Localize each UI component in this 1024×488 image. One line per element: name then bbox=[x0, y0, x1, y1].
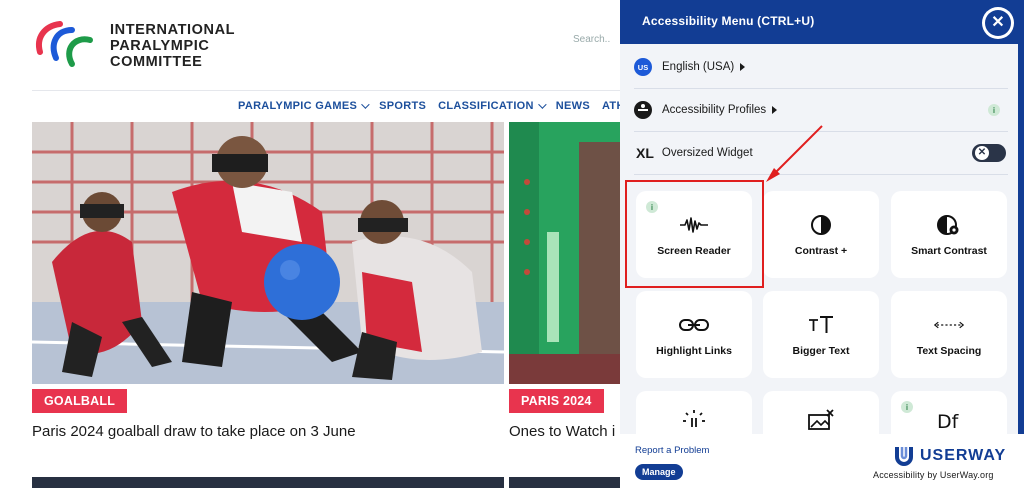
brand-tagline: Accessibility by UserWay.org bbox=[873, 470, 994, 480]
oversized-widget-toggle[interactable]: ✕ bbox=[972, 144, 1006, 162]
nav-item-label: CLASSIFICATION bbox=[438, 100, 534, 112]
paris-illustration bbox=[509, 122, 620, 384]
tile-label: Bigger Text bbox=[792, 344, 850, 357]
language-label: English (USA) bbox=[662, 61, 735, 73]
link-icon bbox=[679, 313, 709, 337]
tile-highlight-links[interactable]: Highlight Links bbox=[636, 291, 752, 378]
next-card-preview bbox=[32, 477, 504, 488]
nav-item-sports[interactable]: SPORTS bbox=[379, 98, 426, 114]
search-input[interactable]: Search.. bbox=[573, 34, 623, 54]
brand-name: USERWAY bbox=[920, 447, 1007, 464]
tile-label: Text Spacing bbox=[916, 344, 982, 357]
chevron-down-icon bbox=[361, 100, 370, 109]
tile-bigger-text[interactable]: Bigger Text bbox=[763, 291, 879, 378]
pause-animation-icon bbox=[679, 408, 709, 432]
hide-images-icon bbox=[806, 408, 836, 432]
annotation-arrow bbox=[766, 125, 823, 182]
close-button[interactable]: ✕ bbox=[982, 7, 1014, 39]
close-icon: ✕ bbox=[985, 10, 1011, 36]
nav-item-news[interactable]: NEWS bbox=[556, 98, 590, 114]
article-headline[interactable]: Ones to Watch i bbox=[509, 423, 620, 440]
logo-line: PARALYMPIC bbox=[110, 38, 210, 54]
userway-brand[interactable]: USERWAY bbox=[894, 445, 1006, 467]
language-selector[interactable]: US English (USA) bbox=[634, 46, 1008, 89]
tile-label: Highlight Links bbox=[656, 344, 732, 357]
profiles-label: Accessibility Profiles bbox=[662, 104, 767, 116]
caret-right-icon bbox=[772, 106, 778, 114]
site-header: INTERNATIONAL PARALYMPIC COMMITTEE Searc… bbox=[0, 0, 620, 90]
accessibility-person-icon bbox=[634, 101, 652, 119]
panel-title: Accessibility Menu (CTRL+U) bbox=[642, 14, 815, 28]
logo-line: COMMITTEE bbox=[110, 54, 203, 70]
text-spacing-icon bbox=[934, 313, 964, 337]
category-tag[interactable]: PARIS 2024 bbox=[509, 389, 604, 413]
nav-item-paralympic-games[interactable]: PARALYMPIC GAMES bbox=[238, 98, 370, 114]
logo-wordmark[interactable]: INTERNATIONAL PARALYMPIC COMMITTEE bbox=[110, 22, 270, 70]
smart-contrast-icon bbox=[934, 213, 964, 237]
tile-label: Contrast + bbox=[794, 244, 848, 257]
logo-line: INTERNATIONAL bbox=[110, 22, 236, 38]
tile-dyslexia-friendly[interactable]: i Df bbox=[891, 391, 1007, 434]
divider bbox=[32, 90, 622, 91]
manage-button[interactable]: Manage bbox=[635, 464, 683, 480]
nav-item-label: PARALYMPIC GAMES bbox=[238, 100, 358, 112]
info-icon[interactable]: i bbox=[988, 104, 1000, 116]
tile-text-spacing[interactable]: Text Spacing bbox=[891, 291, 1007, 378]
userway-logo-icon bbox=[895, 447, 913, 466]
nav-item-classification[interactable]: CLASSIFICATION bbox=[438, 98, 547, 114]
tile-hide-images[interactable] bbox=[763, 391, 879, 434]
report-problem-link[interactable]: Report a Problem bbox=[635, 445, 709, 456]
goalball-photo[interactable] bbox=[32, 122, 504, 384]
tile-contrast[interactable]: Contrast + bbox=[763, 191, 879, 278]
nav-item-label: SPORTS bbox=[379, 100, 427, 112]
next-card-preview bbox=[509, 477, 620, 488]
category-tag[interactable]: GOALBALL bbox=[32, 389, 128, 413]
screenshot: INTERNATIONAL PARALYMPIC COMMITTEE Searc… bbox=[0, 0, 1024, 488]
paris-photo[interactable] bbox=[509, 122, 620, 384]
caret-right-icon bbox=[740, 63, 746, 71]
tile-smart-contrast[interactable]: Smart Contrast bbox=[891, 191, 1007, 278]
svg-text:Df: Df bbox=[937, 411, 960, 431]
xl-icon: XL bbox=[636, 145, 654, 161]
article-headline[interactable]: Paris 2024 goalball draw to take place o… bbox=[32, 423, 356, 440]
us-flag-icon: US bbox=[634, 58, 652, 76]
main-nav: PARALYMPIC GAMES SPORTS CLASSIFICATION N… bbox=[238, 98, 666, 114]
tile-pause-animations[interactable] bbox=[636, 391, 752, 434]
panel-footer: Report a Problem Manage USERWAY Accessib… bbox=[620, 434, 1024, 488]
toggle-off-icon: ✕ bbox=[975, 146, 989, 160]
contrast-icon bbox=[806, 213, 836, 237]
info-icon[interactable]: i bbox=[901, 401, 913, 413]
chevron-down-icon bbox=[537, 100, 547, 109]
panel-header: Accessibility Menu (CTRL+U) ✕ bbox=[620, 0, 1024, 44]
nav-item-label: NEWS bbox=[555, 100, 590, 112]
tile-label: Smart Contrast bbox=[911, 244, 987, 257]
goalball-illustration bbox=[32, 122, 504, 384]
annotation-highlight-box bbox=[625, 180, 764, 288]
scrollbar[interactable] bbox=[1018, 44, 1024, 434]
paralympic-logo[interactable] bbox=[32, 18, 102, 70]
dyslexia-font-icon: Df bbox=[934, 408, 964, 432]
text-size-icon bbox=[806, 313, 836, 337]
